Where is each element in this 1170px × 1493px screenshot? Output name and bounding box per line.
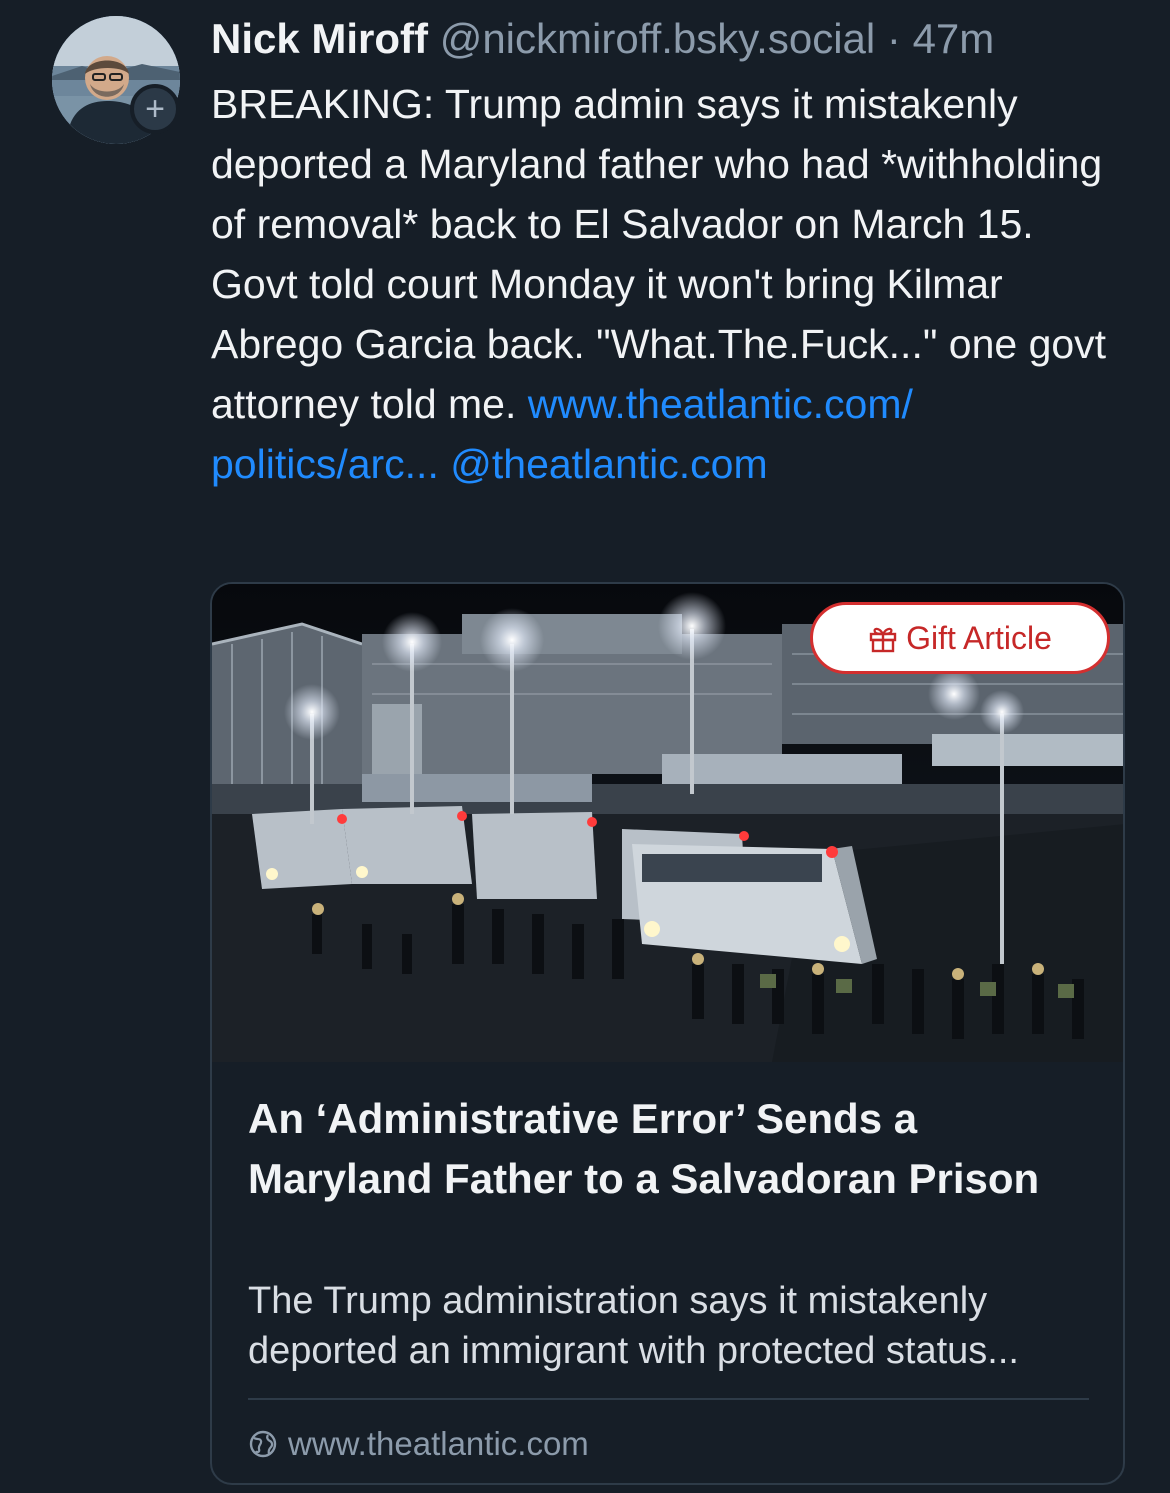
card-description: The Trump administration says it mistake… <box>248 1280 1019 1372</box>
author-display-name[interactable]: Nick Miroff <box>211 15 428 62</box>
card-divider <box>248 1398 1089 1400</box>
post-text: BREAKING: Trump admin says it mistakenly… <box>211 74 1131 494</box>
gift-icon <box>869 627 897 653</box>
link-card[interactable]: Gift Article An ‘Administrative Error’ S… <box>210 582 1125 1485</box>
card-domain: www.theatlantic.com <box>248 1420 589 1468</box>
author-handle[interactable]: @nickmiroff.bsky.social <box>440 15 876 62</box>
post-text-plain: BREAKING: Trump admin says it mistakenly… <box>211 81 1107 427</box>
post-time[interactable]: 47m <box>913 15 995 62</box>
separator-dot: · <box>886 15 901 62</box>
card-thumbnail[interactable]: Gift Article <box>212 584 1123 1062</box>
follow-button[interactable]: + <box>130 84 180 134</box>
card-title[interactable]: An ‘Administrative Error’ Sends a Maryla… <box>248 1089 1098 1209</box>
card-domain-text: www.theatlantic.com <box>288 1425 589 1462</box>
post-header: Nick Miroff @nickmiroff.bsky.social · 47… <box>211 14 1131 64</box>
post[interactable]: + Nick Miroff @nickmiroff.bsky.social · … <box>0 0 1170 1493</box>
mention-link[interactable]: @theatlantic.com <box>450 441 767 487</box>
globe-icon <box>249 1430 277 1458</box>
plus-icon: + <box>145 90 165 128</box>
gift-article-badge[interactable]: Gift Article <box>810 602 1110 674</box>
gift-article-label: Gift Article <box>906 619 1052 656</box>
